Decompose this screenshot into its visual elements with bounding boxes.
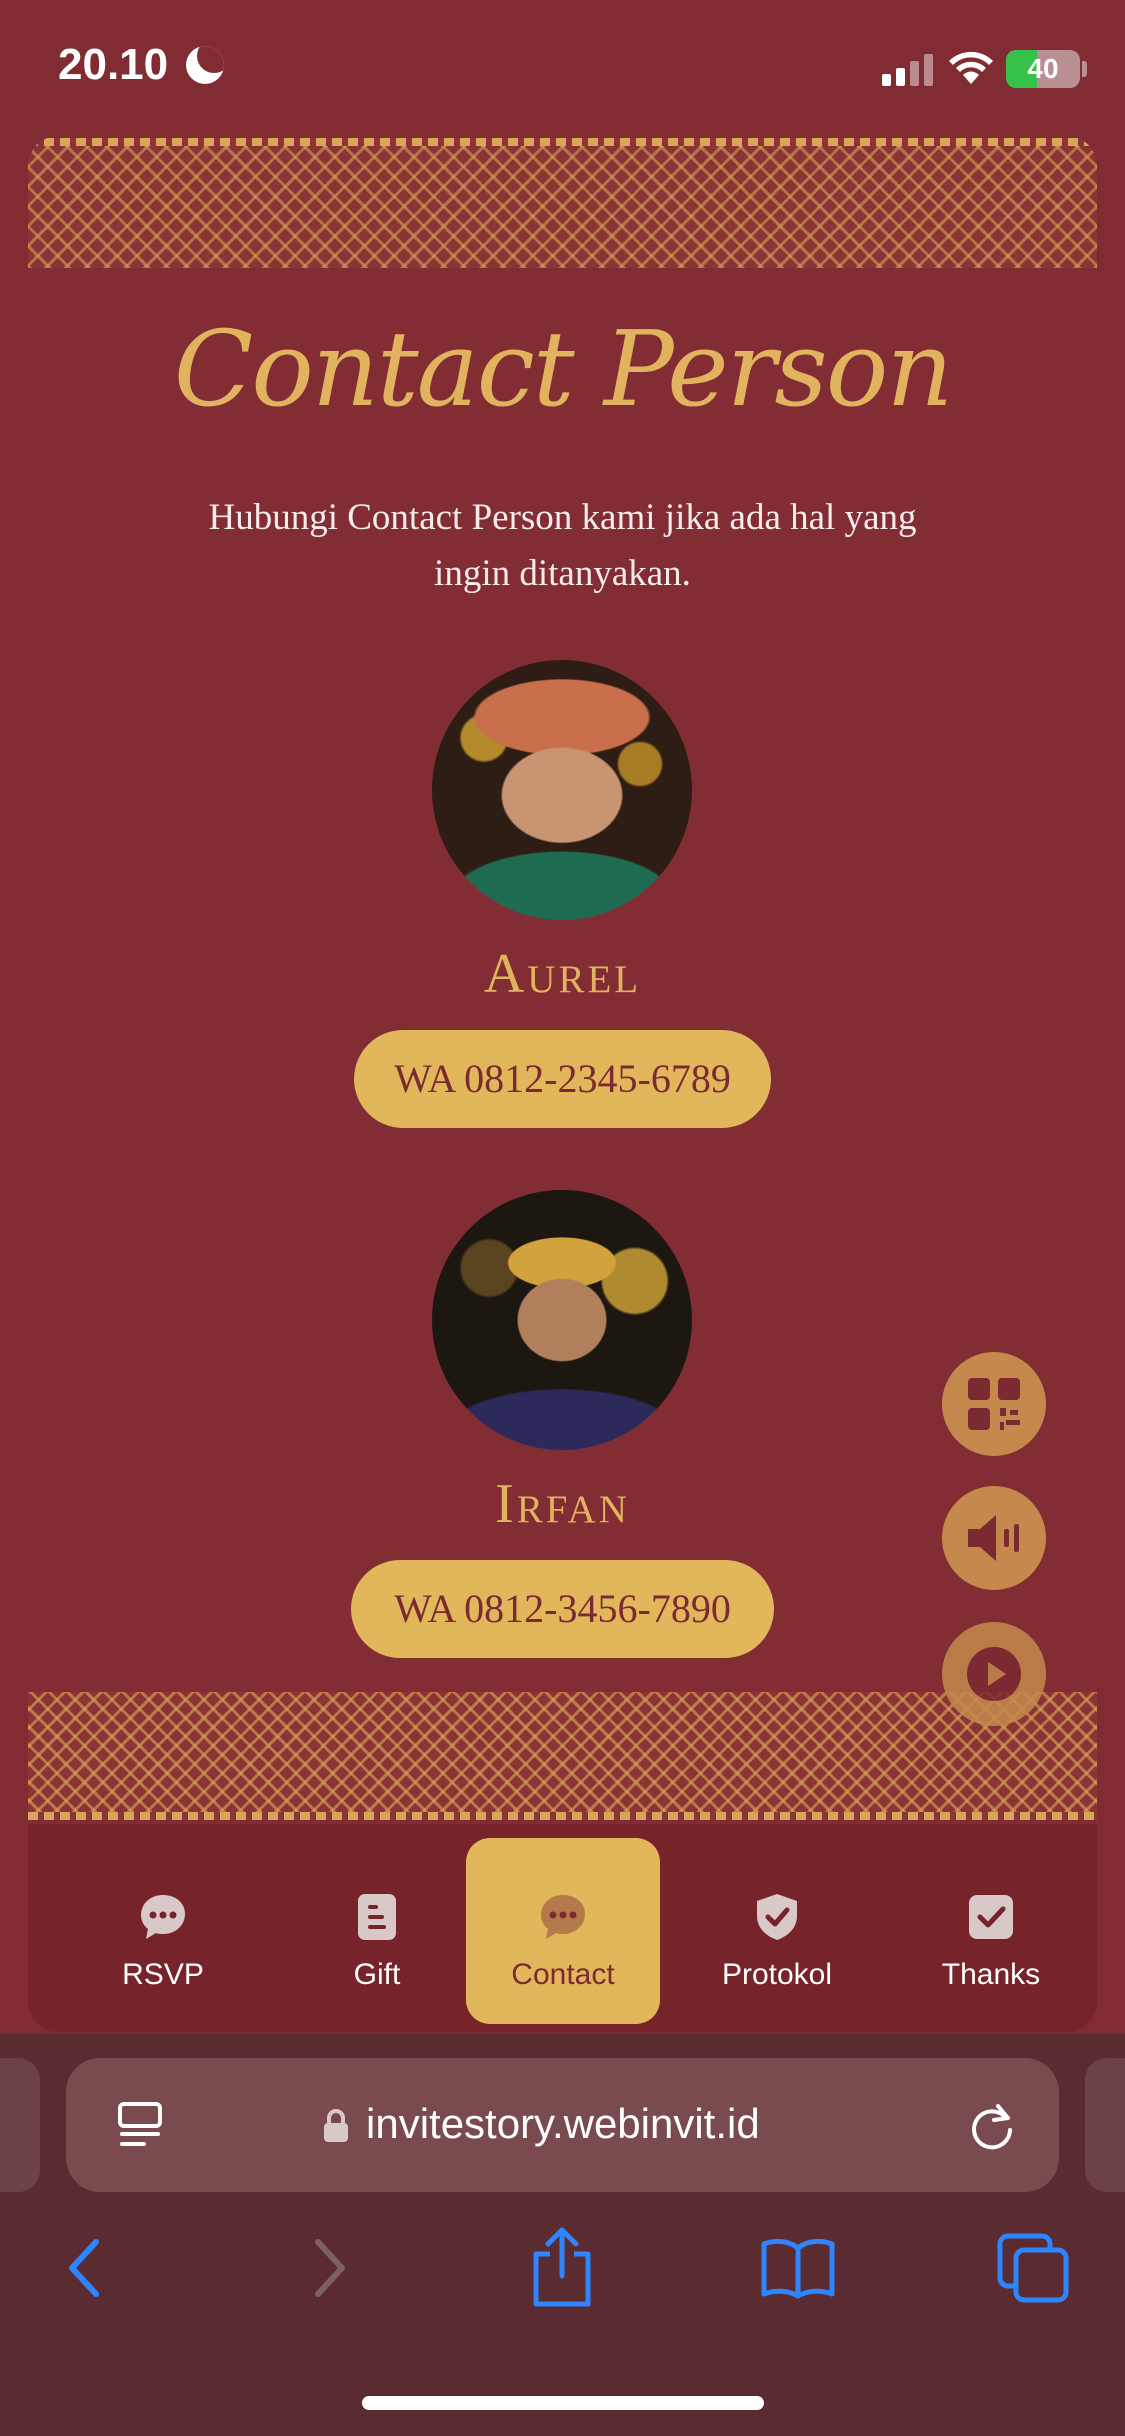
section-subtitle: Hubungi Contact Person kami jika ada hal… <box>208 497 917 594</box>
forward-icon[interactable] <box>310 2236 350 2300</box>
nav-item-protokol[interactable]: Protokol <box>680 1838 874 2024</box>
next-tab-peek[interactable] <box>1085 2058 1125 2192</box>
bottom-nav: RSVP Gift Contact Protokol Thanks <box>28 1824 1097 2032</box>
music-toggle-button[interactable] <box>942 1486 1046 1590</box>
shield-check-icon <box>757 1894 797 1940</box>
songket-border-bottom <box>28 1692 1097 1820</box>
nav-label: RSVP <box>122 1958 204 1991</box>
tabs-icon[interactable] <box>996 2232 1070 2304</box>
bookmarks-icon[interactable] <box>760 2236 836 2300</box>
wifi-icon <box>949 51 993 84</box>
reload-icon[interactable] <box>966 2100 1018 2152</box>
home-indicator[interactable] <box>362 2396 764 2410</box>
back-icon[interactable] <box>64 2236 104 2300</box>
reader-mode-icon[interactable] <box>116 2100 166 2152</box>
signal-icon <box>882 54 934 86</box>
lock-icon <box>324 2109 348 2142</box>
autoscroll-play-button[interactable] <box>942 1622 1046 1726</box>
battery-nub <box>1082 61 1087 77</box>
status-time: 20.10 <box>58 40 169 89</box>
qr-code-button[interactable] <box>942 1352 1046 1456</box>
battery-charging-icon: 40 <box>1006 50 1080 88</box>
play-icon <box>967 1647 1021 1701</box>
contact-name: Aurel <box>483 943 642 1005</box>
nav-label: Protokol <box>721 1958 833 1991</box>
chat-bubble-icon <box>141 1895 185 1939</box>
url-text[interactable]: invitestory.webinvit.id <box>366 2100 760 2148</box>
songket-border-top <box>28 138 1097 268</box>
nav-label: Thanks <box>941 1958 1041 1991</box>
document-icon <box>358 1894 396 1940</box>
qr-code-icon <box>968 1378 1020 1430</box>
nav-item-contact[interactable]: Contact <box>466 1838 660 2024</box>
nav-item-gift[interactable]: Gift <box>280 1838 474 2024</box>
moon-icon <box>186 46 224 84</box>
whatsapp-button-irfan[interactable]: WA 0812-3456-7890 <box>351 1560 774 1658</box>
section-title: Contact Person <box>173 308 954 430</box>
chat-bubble-icon <box>541 1895 585 1939</box>
whatsapp-button-aurel[interactable]: WA 0812-2345-6789 <box>354 1030 771 1128</box>
speaker-icon <box>968 1515 1019 1561</box>
nav-item-rsvp[interactable]: RSVP <box>66 1838 260 2024</box>
contact-avatar-irfan <box>432 1190 692 1450</box>
battery-level: 40 <box>1027 53 1059 84</box>
nav-item-thanks[interactable]: Thanks <box>894 1838 1088 2024</box>
nav-label: Gift <box>353 1958 401 1991</box>
share-icon[interactable] <box>528 2226 596 2308</box>
nav-label: Contact <box>511 1958 615 1991</box>
previous-tab-peek[interactable] <box>0 2058 40 2192</box>
check-square-icon <box>969 1895 1013 1939</box>
contact-avatar-aurel <box>432 660 692 920</box>
